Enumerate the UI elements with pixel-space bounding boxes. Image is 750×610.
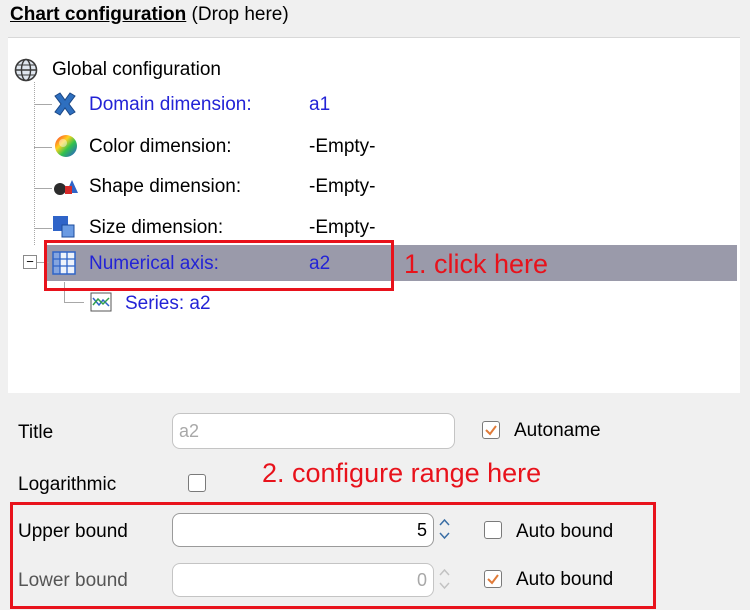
lower-auto-bound-checkbox[interactable] [484, 570, 502, 588]
annotation-step2: 2. configure range here [262, 458, 542, 488]
spin-down-icon [439, 582, 450, 590]
chart-configuration-header: Chart configuration (Drop here) [10, 4, 289, 26]
spin-up-icon [439, 568, 450, 576]
lower-auto-bound-label: Auto bound [516, 569, 614, 590]
autoname-checkbox[interactable] [482, 421, 500, 439]
configuration-tree[interactable] [8, 37, 740, 393]
tree-branch [34, 188, 52, 189]
color-dimension-value: -Empty- [309, 136, 376, 157]
lower-bound-value: 0 [416, 569, 427, 590]
series-label: Series: a2 [125, 293, 211, 314]
highlight-box-step1 [44, 240, 394, 291]
size-icon [53, 216, 75, 238]
logarithmic-label: Logarithmic [18, 474, 117, 495]
header-hint: (Drop here) [186, 4, 289, 25]
cross-icon [54, 92, 76, 116]
tree-item-label: Global configuration [52, 59, 221, 80]
shapes-icon [54, 180, 78, 195]
lower-bound-label: Lower bound [18, 570, 128, 591]
lower-bound-spinner[interactable] [437, 565, 452, 593]
size-dimension-value: -Empty- [309, 217, 376, 238]
annotation-step1: 1. click here [404, 249, 549, 279]
lower-bound-input[interactable]: 0 [172, 563, 434, 597]
shape-dimension-label: Shape dimension: [89, 176, 242, 197]
upper-auto-bound-label: Auto bound [516, 521, 614, 542]
color-wheel-icon [55, 135, 77, 157]
upper-auto-bound-checkbox[interactable] [484, 521, 502, 539]
title-label: Title [18, 422, 54, 443]
domain-dimension-label: Domain dimension: [89, 94, 252, 115]
size-dimension-label: Size dimension: [89, 217, 224, 238]
autoname-label: Autoname [514, 420, 601, 441]
tree-branch [34, 228, 52, 229]
domain-dimension-value: a1 [309, 94, 331, 115]
upper-bound-label: Upper bound [18, 521, 128, 542]
tree-vertical-line [34, 82, 35, 245]
collapse-toggle[interactable]: − [23, 255, 37, 269]
upper-bound-spinner[interactable] [437, 515, 452, 543]
shape-dimension-value: -Empty- [309, 176, 376, 197]
upper-bound-value: 5 [416, 519, 427, 540]
title-input-value: a2 [179, 420, 200, 441]
tree-branch [34, 147, 52, 148]
tree-branch [34, 104, 52, 105]
header-title: Chart configuration [10, 4, 187, 25]
check-icon [485, 425, 497, 436]
logarithmic-checkbox[interactable] [188, 474, 206, 492]
spin-down-icon [439, 532, 450, 540]
title-input[interactable]: a2 [172, 413, 455, 449]
tree-branch [64, 302, 84, 303]
upper-bound-input[interactable]: 5 [172, 513, 434, 547]
globe-icon [14, 58, 38, 82]
series-icon [90, 292, 112, 312]
color-dimension-label: Color dimension: [89, 136, 232, 157]
spin-up-icon [439, 518, 450, 526]
check-icon [487, 574, 499, 585]
